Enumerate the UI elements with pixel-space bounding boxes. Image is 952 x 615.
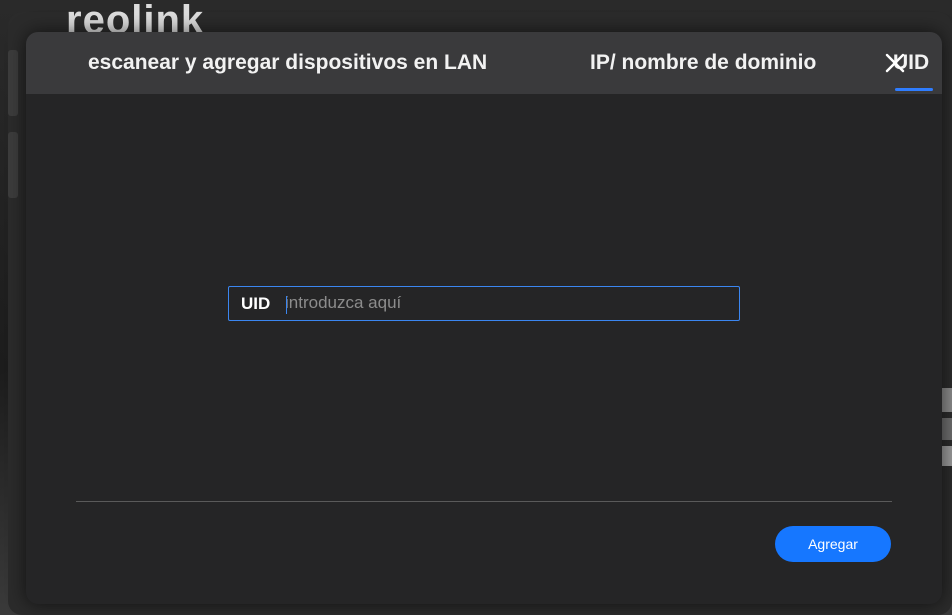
tab-bar: escanear y agregar dispositivos en LAN I… — [26, 32, 942, 94]
background-side-panel — [8, 132, 18, 198]
add-device-dialog: escanear y agregar dispositivos en LAN I… — [26, 32, 942, 604]
tab-ip-domain[interactable]: IP/ nombre de dominio — [590, 51, 816, 75]
text-caret — [286, 296, 287, 314]
uid-label: UID — [241, 294, 271, 313]
active-tab-indicator — [895, 88, 933, 91]
background-side-panel — [8, 50, 18, 116]
uid-field[interactable]: UID — [228, 286, 740, 321]
add-button[interactable]: Agregar — [775, 526, 891, 562]
footer-divider — [76, 501, 892, 502]
tab-lan-scan[interactable]: escanear y agregar dispositivos en LAN — [88, 51, 487, 75]
uid-input[interactable] — [285, 289, 725, 317]
close-icon[interactable] — [884, 50, 906, 76]
